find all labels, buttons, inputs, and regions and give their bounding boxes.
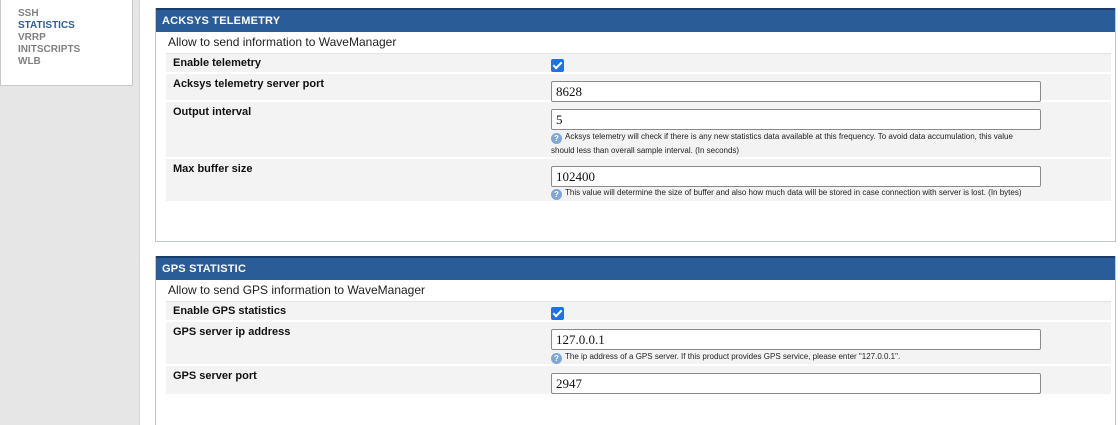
output-interval-row: Output interval ?Acksys telemetry will c…: [166, 102, 1111, 159]
telemetry-port-row: Acksys telemetry server port: [166, 74, 1111, 102]
gps-statistic-title: GPS STATISTIC: [156, 256, 1115, 280]
acksys-telemetry-title: ACKSYS TELEMETRY: [156, 8, 1115, 32]
sidebar-item-initscripts[interactable]: INITSCRIPTS: [1, 44, 132, 56]
gps-ip-row: GPS server ip address ?The ip address of…: [166, 322, 1111, 366]
max-buffer-input[interactable]: [551, 166, 1041, 187]
gps-ip-help-text: The ip address of a GPS server. If this …: [565, 352, 901, 361]
enable-gps-checkbox[interactable]: [551, 307, 564, 320]
sidebar-item-wlb[interactable]: WLB: [1, 56, 132, 68]
acksys-settings-list: Enable telemetry Acksys telemetry server…: [166, 53, 1111, 203]
gps-port-row: GPS server port: [166, 366, 1111, 396]
sidebar-menu: SSH STATISTICS VRRP INITSCRIPTS WLB: [0, 0, 133, 86]
telemetry-port-label: Acksys telemetry server port: [173, 78, 325, 90]
enable-gps-label: Enable GPS statistics: [173, 305, 287, 317]
help-icon: ?: [551, 189, 562, 200]
acksys-telemetry-description: Allow to send information to WaveManager: [168, 35, 397, 49]
gps-port-label: GPS server port: [173, 370, 257, 382]
max-buffer-help: ? This value will determine the size of b…: [551, 186, 1091, 200]
output-interval-label: Output interval: [173, 106, 252, 118]
gps-settings-list: Enable GPS statistics GPS server ip addr…: [166, 301, 1111, 396]
sidebar-item-vrrp[interactable]: VRRP: [1, 32, 132, 44]
gps-statistic-panel: GPS STATISTIC Allow to send GPS informat…: [155, 256, 1116, 425]
output-interval-input[interactable]: [551, 109, 1041, 130]
output-interval-help: ? Acksys telemetry will check if there is…: [551, 130, 1091, 158]
max-buffer-label: Max buffer size: [173, 163, 253, 175]
gps-port-input[interactable]: [551, 373, 1041, 394]
enable-telemetry-label: Enable telemetry: [173, 57, 262, 69]
output-interval-help-line1: Acksys telemetry will check if there is …: [565, 132, 1013, 141]
help-icon: ?: [551, 133, 562, 144]
sidebar: SSH STATISTICS VRRP INITSCRIPTS WLB: [0, 0, 140, 425]
gps-ip-label: GPS server ip address: [173, 326, 291, 338]
gps-statistic-description: Allow to send GPS information to WaveMan…: [168, 283, 426, 297]
telemetry-port-input[interactable]: [551, 81, 1041, 102]
enable-telemetry-row: Enable telemetry: [166, 54, 1111, 74]
max-buffer-row: Max buffer size ?This value will determi…: [166, 159, 1111, 203]
sidebar-item-ssh[interactable]: SSH: [1, 8, 132, 20]
output-interval-help-line2: should less than overall sample interval…: [551, 146, 740, 155]
max-buffer-help-text: This value will determine the size of bu…: [565, 188, 1022, 197]
gps-ip-help: ? The ip address of a GPS server. If this…: [551, 350, 1091, 364]
gps-ip-input[interactable]: [551, 329, 1041, 350]
enable-gps-row: Enable GPS statistics: [166, 302, 1111, 322]
sidebar-item-statistics[interactable]: STATISTICS: [1, 20, 132, 32]
help-icon: ?: [551, 353, 562, 364]
enable-telemetry-checkbox[interactable]: [551, 59, 564, 72]
acksys-telemetry-panel: ACKSYS TELEMETRY Allow to send informati…: [155, 8, 1116, 242]
